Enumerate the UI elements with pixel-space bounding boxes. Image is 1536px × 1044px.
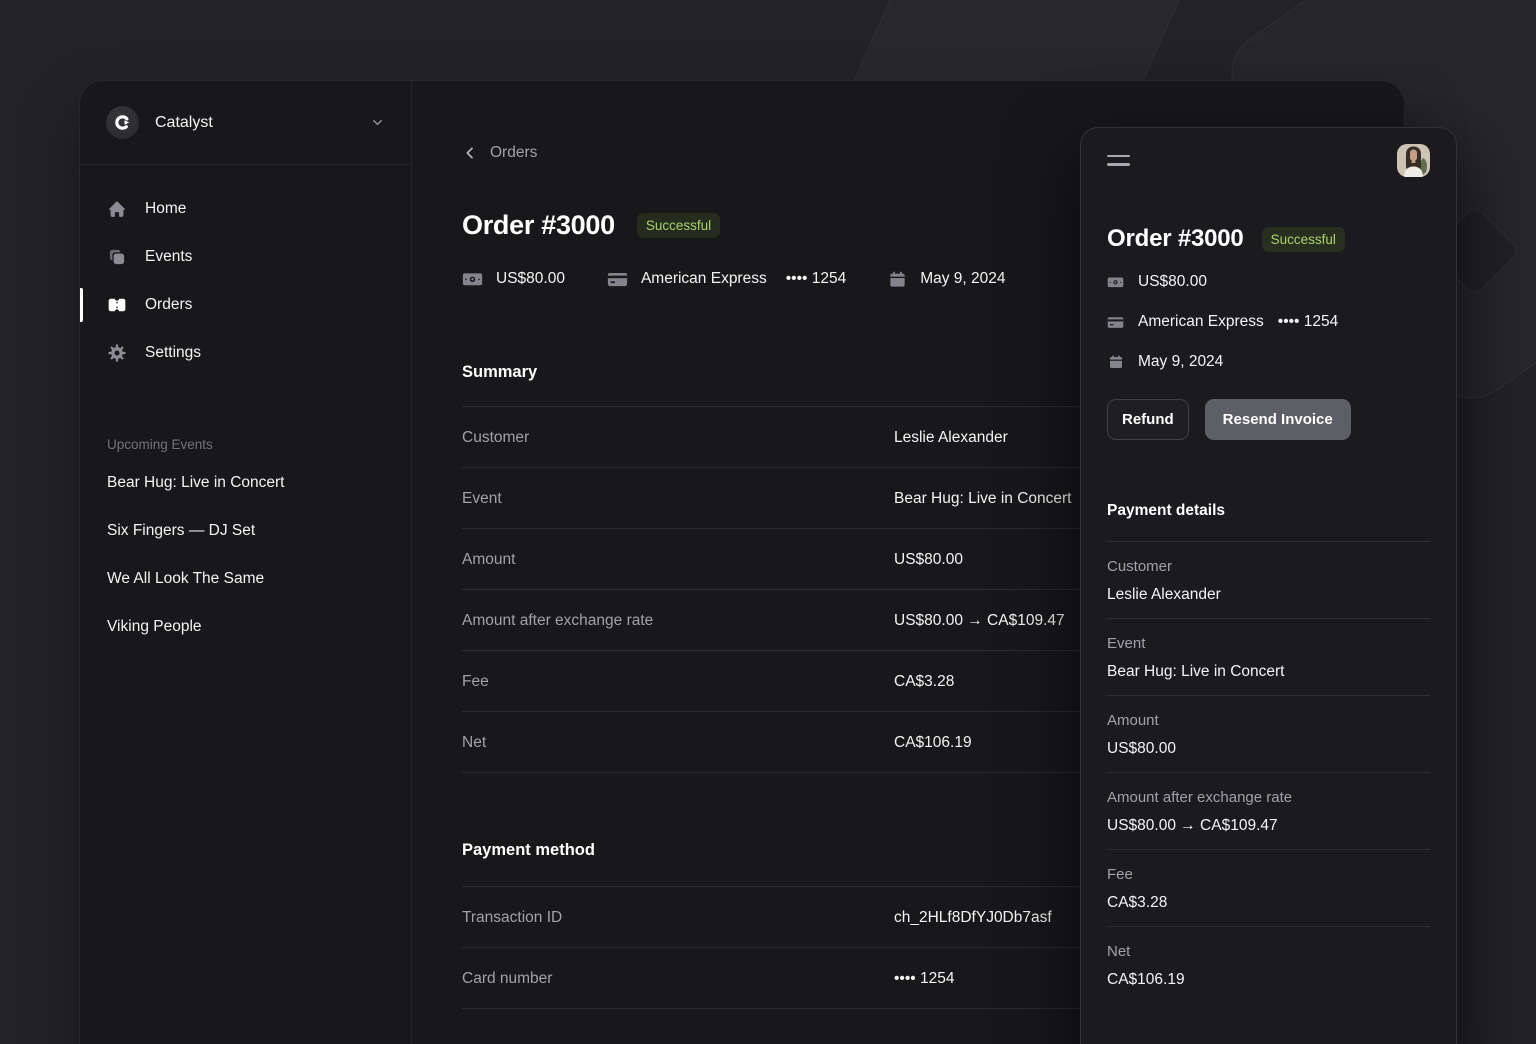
detail-value: CA$106.19 (1107, 970, 1430, 989)
banknote-icon (1107, 274, 1124, 291)
hamburger-menu-icon[interactable] (1107, 151, 1130, 170)
breadcrumb-label: Orders (490, 144, 537, 162)
panel-order-date: May 9, 2024 (1107, 350, 1430, 374)
panel-order-amount: US$80.00 (1107, 270, 1430, 294)
panel-status-badge: Successful (1262, 227, 1345, 252)
credit-card-icon (607, 269, 628, 290)
panel-order-card: American Express •••• 1254 (1107, 310, 1430, 334)
calendar-icon (1107, 354, 1124, 370)
credit-card-icon (1107, 314, 1124, 331)
sidebar-item-settings[interactable]: Settings (80, 329, 411, 377)
row-label: Card number (462, 968, 894, 989)
row-label: Net (462, 732, 894, 753)
detail-value: Bear Hug: Live in Concert (1107, 662, 1430, 681)
sidebar-item-label: Home (145, 200, 186, 218)
row-label: Customer (462, 427, 894, 448)
row-label: Event (462, 488, 894, 509)
detail-label: Net (1107, 943, 1430, 961)
sidebar-item-orders[interactable]: Orders (80, 281, 411, 329)
mobile-panel: Order #3000 Successful US$80.00 American… (1080, 127, 1457, 1044)
order-date: May 9, 2024 (888, 270, 1005, 289)
sidebar-item-label: Events (145, 248, 192, 266)
panel-date-value: May 9, 2024 (1138, 353, 1223, 371)
detail-label: Fee (1107, 866, 1430, 884)
list-item: Event Bear Hug: Live in Concert (1107, 619, 1430, 696)
detail-label: Customer (1107, 558, 1430, 576)
list-item: Net CA$106.19 (1107, 927, 1430, 1003)
square-stack-icon (107, 247, 127, 267)
row-label: Amount (462, 549, 894, 570)
catalyst-logo-icon (106, 106, 139, 139)
panel-order-title: Order #3000 (1107, 225, 1244, 253)
list-item: Amount US$80.00 (1107, 696, 1430, 773)
workspace-switcher[interactable]: Catalyst (80, 81, 411, 165)
order-amount-value: US$80.00 (496, 270, 565, 288)
order-date-value: May 9, 2024 (920, 270, 1005, 288)
order-card: American Express •••• 1254 (607, 269, 846, 290)
home-icon (107, 199, 127, 219)
list-item: Customer Leslie Alexander (1107, 542, 1430, 619)
user-avatar[interactable] (1397, 144, 1430, 177)
detail-label: Event (1107, 635, 1430, 653)
sidebar-item-events[interactable]: Events (80, 233, 411, 281)
detail-label: Amount (1107, 712, 1430, 730)
list-item: Fee CA$3.28 (1107, 850, 1430, 927)
sidebar-event-link[interactable]: We All Look The Same (107, 569, 384, 589)
sidebar: Catalyst Home Events (80, 81, 412, 1044)
brand-name: Catalyst (155, 114, 213, 132)
row-label: Transaction ID (462, 907, 894, 928)
order-card-last4: •••• 1254 (786, 270, 847, 288)
sidebar-event-link[interactable]: Viking People (107, 617, 384, 637)
detail-value: CA$3.28 (1107, 893, 1430, 912)
banknote-icon (462, 269, 483, 290)
resend-invoice-button[interactable]: Resend Invoice (1205, 399, 1351, 440)
payment-details-list: Customer Leslie Alexander Event Bear Hug… (1107, 542, 1430, 1003)
calendar-icon (888, 270, 907, 289)
status-badge: Successful (637, 213, 720, 238)
payment-details-heading: Payment details (1107, 502, 1430, 520)
breadcrumb-back-orders[interactable]: Orders (462, 144, 537, 162)
detail-value: US$80.00 → CA$109.47 (1107, 816, 1430, 835)
page-title: Order #3000 (462, 210, 615, 241)
row-label: Amount after exchange rate (462, 610, 894, 631)
sidebar-event-link[interactable]: Six Fingers — DJ Set (107, 521, 384, 541)
ticket-icon (107, 295, 127, 315)
chevron-down-icon (370, 115, 385, 130)
sidebar-item-label: Orders (145, 296, 192, 314)
desktop-backdrop: Catalyst Home Events (0, 0, 1536, 1044)
upcoming-events-heading: Upcoming Events (107, 437, 384, 452)
sidebar-event-link[interactable]: Bear Hug: Live in Concert (107, 473, 384, 493)
panel-card-last4: •••• 1254 (1278, 313, 1339, 331)
refund-button[interactable]: Refund (1107, 399, 1189, 440)
chevron-left-icon (462, 145, 478, 161)
panel-amount-value: US$80.00 (1138, 273, 1207, 291)
list-item: Amount after exchange rate US$80.00 → CA… (1107, 773, 1430, 850)
order-card-brand: American Express (641, 270, 767, 288)
row-label: Fee (462, 671, 894, 692)
panel-order-meta: US$80.00 American Express •••• 1254 May … (1107, 270, 1430, 374)
detail-label: Amount after exchange rate (1107, 789, 1430, 807)
panel-card-brand: American Express (1138, 313, 1264, 331)
sidebar-item-home[interactable]: Home (80, 185, 411, 233)
sidebar-item-label: Settings (145, 344, 201, 362)
active-nav-indicator (80, 288, 83, 322)
upcoming-events-section: Upcoming Events Bear Hug: Live in Concer… (80, 437, 411, 637)
gear-icon (107, 343, 127, 363)
sidebar-nav: Home Events Orders (80, 185, 411, 377)
order-amount: US$80.00 (462, 269, 565, 290)
detail-value: Leslie Alexander (1107, 585, 1430, 604)
detail-value: US$80.00 (1107, 739, 1430, 758)
